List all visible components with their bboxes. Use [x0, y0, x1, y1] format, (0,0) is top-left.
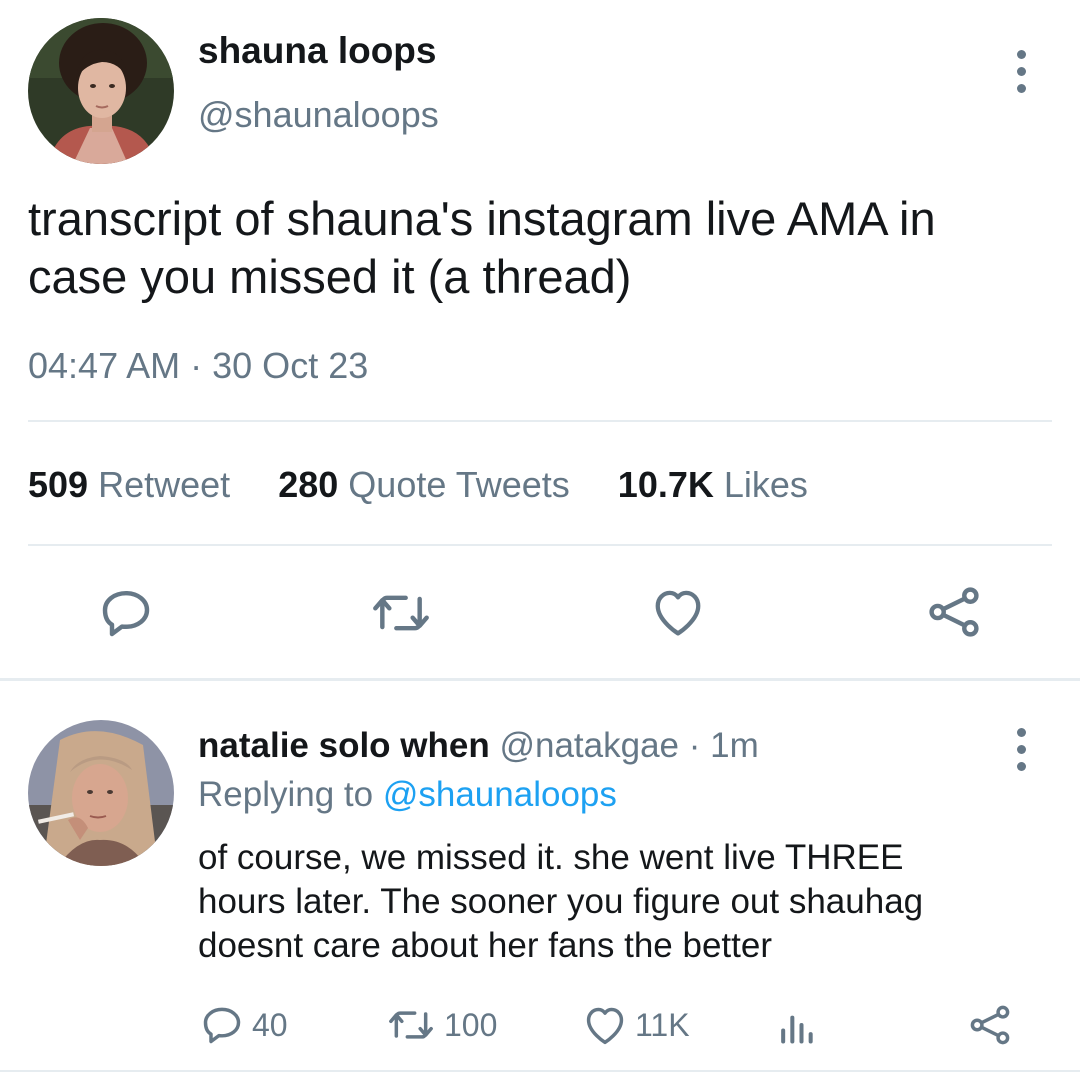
like-icon: [655, 590, 701, 636]
reply-analytics-button[interactable]: [776, 1003, 816, 1047]
tweet-time: 04:47 AM: [28, 345, 181, 386]
retweet-icon: [389, 1011, 433, 1039]
reply-header: natalie solo when @natakgae · 1m: [198, 726, 759, 766]
likes-stat[interactable]: 10.7K Likes: [618, 464, 808, 505]
tweet-text-line: case you missed it (a thread): [28, 250, 632, 303]
reply-text-line: doesnt care about her fans the better: [198, 926, 772, 965]
quotes-label: Quote Tweets: [348, 464, 570, 505]
replying-to-handle-link[interactable]: @shaunaloops: [383, 775, 617, 814]
like-count: 11K: [635, 1006, 690, 1043]
engagement-stats: 509 Retweet 280 Quote Tweets 10.7K Likes: [28, 464, 808, 506]
share-button[interactable]: [926, 584, 982, 640]
author-handle[interactable]: @shaunaloops: [198, 94, 439, 136]
retweet-icon: [373, 595, 429, 631]
tweet-timestamp[interactable]: 04:47 AM · 30 Oct 23: [28, 345, 368, 387]
reply-share-button[interactable]: [968, 1003, 1012, 1047]
retweet-button[interactable]: [370, 585, 432, 641]
retweets-count: 509: [28, 464, 89, 505]
reply-time: 1m: [710, 726, 759, 765]
separator-dot: ·: [688, 726, 701, 765]
tweet-date: 30 Oct 23: [212, 345, 369, 386]
reply-display-name[interactable]: natalie solo when: [198, 726, 490, 765]
quotes-stat[interactable]: 280 Quote Tweets: [278, 464, 580, 505]
reply-reply-button[interactable]: 40: [200, 1003, 288, 1047]
quotes-count: 280: [278, 464, 339, 505]
reply-options-icon[interactable]: [1011, 728, 1031, 771]
tweet-options-icon[interactable]: [1011, 50, 1031, 93]
shauna-avatar[interactable]: [28, 18, 174, 164]
reply-handle[interactable]: @natakgae: [499, 726, 679, 765]
reply-retweet-button[interactable]: 100: [386, 1003, 497, 1047]
reply-text: of course, we missed it. she went live T…: [198, 836, 923, 968]
share-icon: [929, 587, 979, 637]
divider: [28, 544, 1052, 546]
reply-button[interactable]: [98, 585, 154, 641]
analytics-icon: [781, 1015, 813, 1044]
retweet-count: 100: [444, 1006, 498, 1043]
retweets-stat[interactable]: 509 Retweet: [28, 464, 240, 505]
like-icon: [586, 1007, 624, 1045]
replying-to: Replying to @shaunaloops: [198, 775, 617, 815]
likes-count: 10.7K: [617, 464, 714, 505]
separator-dot: ·: [190, 345, 203, 386]
reply-like-button[interactable]: 11K: [583, 1004, 690, 1046]
reply-icon: [102, 590, 150, 637]
reply-text-line: of course, we missed it. she went live T…: [198, 838, 904, 877]
reply-text-line: hours later. The sooner you figure out s…: [198, 882, 924, 921]
section-divider: [0, 678, 1080, 681]
tweet-text: transcript of shauna's instagram live AM…: [28, 190, 936, 306]
reply-icon: [203, 1007, 241, 1044]
share-icon: [970, 1005, 1010, 1045]
natalie-avatar[interactable]: [28, 720, 174, 866]
bottom-divider: [0, 1070, 1080, 1072]
replying-to-label: Replying to: [198, 775, 374, 814]
retweets-label: Retweet: [98, 464, 231, 505]
tweet-text-line: transcript of shauna's instagram live AM…: [28, 192, 936, 245]
reply-count: 40: [252, 1006, 288, 1043]
divider: [28, 420, 1052, 422]
author-display-name[interactable]: shauna loops: [198, 30, 436, 72]
like-button[interactable]: [651, 586, 705, 638]
likes-label: Likes: [723, 464, 808, 505]
